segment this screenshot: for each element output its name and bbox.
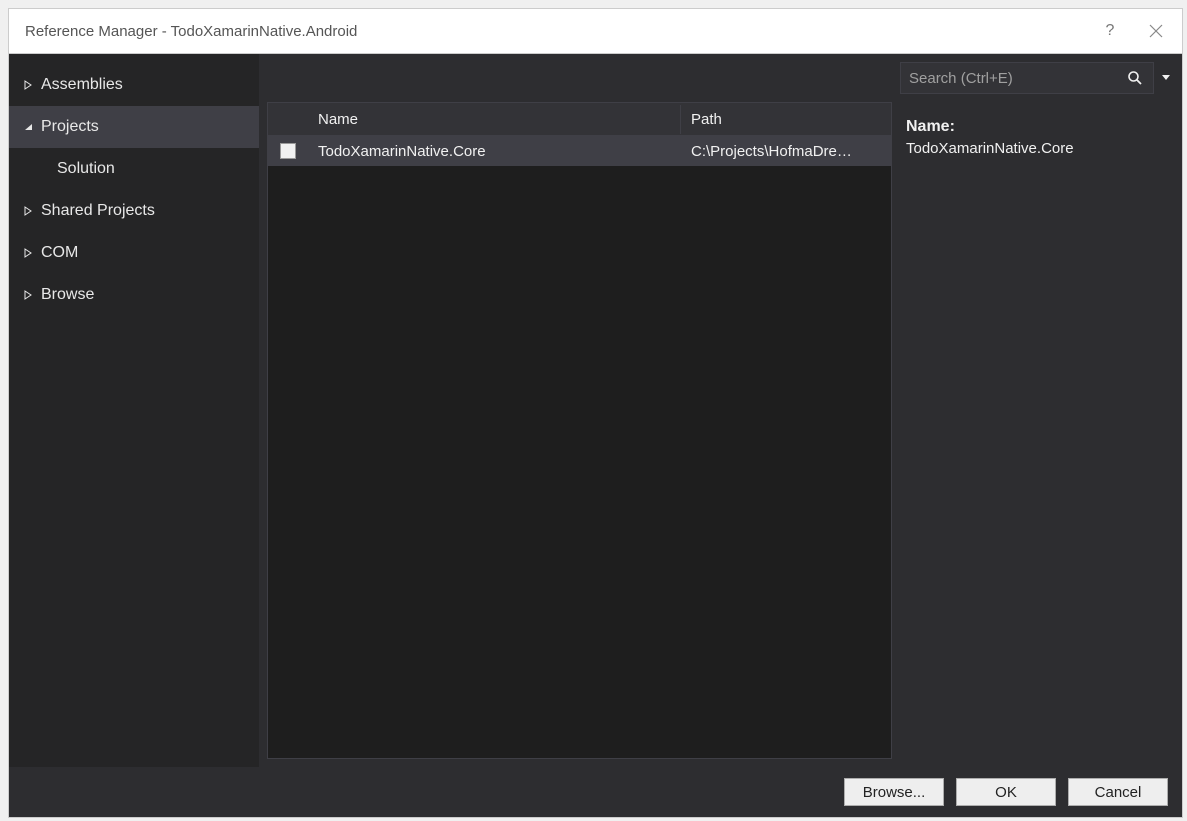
reference-manager-dialog: Reference Manager - TodoXamarinNative.An… xyxy=(8,8,1183,818)
sidebar-label: Assemblies xyxy=(41,76,123,94)
row-checkbox[interactable] xyxy=(280,143,296,159)
column-name[interactable]: Name xyxy=(308,105,681,134)
chevron-right-icon xyxy=(23,206,33,216)
column-path[interactable]: Path xyxy=(681,105,891,134)
window-title: Reference Manager - TodoXamarinNative.An… xyxy=(21,23,1096,40)
row-name: TodoXamarinNative.Core xyxy=(308,143,681,160)
sidebar-label: Projects xyxy=(41,118,99,136)
search-box[interactable] xyxy=(900,62,1154,94)
dialog-body: Assemblies Projects Solution Shared Proj… xyxy=(9,54,1182,767)
detail-content: Name: TodoXamarinNative.Core xyxy=(900,114,1174,161)
list-item[interactable]: TodoXamarinNative.Core C:\Projects\Hofma… xyxy=(268,136,891,166)
ok-button[interactable]: OK xyxy=(956,778,1056,806)
chevron-right-icon xyxy=(23,248,33,258)
sidebar-item-projects[interactable]: Projects xyxy=(9,106,259,148)
browse-button[interactable]: Browse... xyxy=(844,778,944,806)
reference-list-panel: Name Path TodoXamarinNative.Core C:\Proj… xyxy=(259,54,892,767)
sidebar-label: COM xyxy=(41,244,78,262)
search-row xyxy=(900,62,1174,94)
detail-panel: Name: TodoXamarinNative.Core xyxy=(892,54,1182,767)
sidebar-item-assemblies[interactable]: Assemblies xyxy=(9,64,259,106)
sidebar-subitem-solution[interactable]: Solution xyxy=(9,148,259,190)
list-header: Name Path xyxy=(267,102,892,136)
sidebar-label: Solution xyxy=(57,160,115,178)
reference-list: TodoXamarinNative.Core C:\Projects\Hofma… xyxy=(267,136,892,759)
titlebar-controls: ? xyxy=(1096,22,1170,40)
close-button[interactable] xyxy=(1142,24,1170,38)
help-button[interactable]: ? xyxy=(1096,22,1124,40)
search-input[interactable] xyxy=(909,70,1125,87)
category-sidebar: Assemblies Projects Solution Shared Proj… xyxy=(9,54,259,767)
chevron-right-icon xyxy=(23,80,33,90)
chevron-down-icon xyxy=(23,123,33,131)
close-icon xyxy=(1149,24,1163,38)
row-path: C:\Projects\HofmaDre… xyxy=(681,143,891,160)
row-checkbox-cell xyxy=(268,143,308,159)
search-dropdown[interactable] xyxy=(1158,62,1174,94)
sidebar-item-shared-projects[interactable]: Shared Projects xyxy=(9,190,259,232)
cancel-button[interactable]: Cancel xyxy=(1068,778,1168,806)
detail-name-value: TodoXamarinNative.Core xyxy=(906,140,1168,157)
dialog-footer: Browse... OK Cancel xyxy=(9,767,1182,817)
sidebar-label: Browse xyxy=(41,286,94,304)
search-icon[interactable] xyxy=(1125,70,1145,86)
caret-down-icon xyxy=(1162,75,1170,81)
sidebar-label: Shared Projects xyxy=(41,202,155,220)
titlebar: Reference Manager - TodoXamarinNative.An… xyxy=(9,9,1182,54)
sidebar-item-browse[interactable]: Browse xyxy=(9,274,259,316)
sidebar-item-com[interactable]: COM xyxy=(9,232,259,274)
detail-name-label: Name: xyxy=(906,118,1168,136)
chevron-right-icon xyxy=(23,290,33,300)
